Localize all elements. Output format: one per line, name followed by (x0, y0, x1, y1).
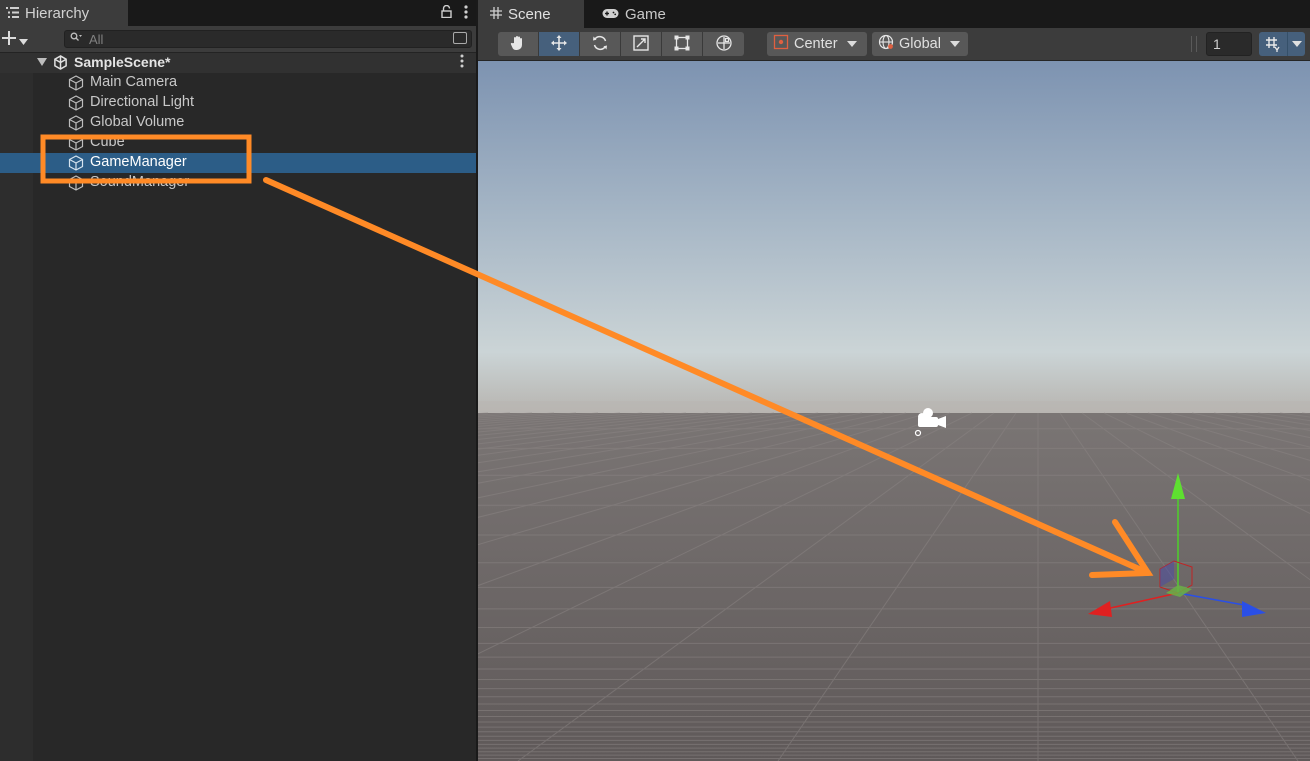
tab-hierarchy[interactable]: Hierarchy (0, 0, 128, 26)
transform-tools (498, 32, 744, 56)
hand-tool-button[interactable] (498, 32, 539, 56)
hierarchy-item-sound-manager[interactable]: SoundManager (0, 173, 476, 193)
gameobject-cube-icon (68, 135, 84, 154)
kebab-menu-icon[interactable] (464, 4, 468, 22)
scene-tab-bar: Scene Game (478, 0, 1310, 28)
chevron-down-icon[interactable] (1287, 32, 1305, 56)
gameobject-cube-icon (68, 175, 84, 194)
scene-name: SampleScene* (74, 54, 171, 70)
hierarchy-item-game-manager[interactable]: GameManager (0, 153, 476, 173)
hierarchy-item-main-camera[interactable]: Main Camera (0, 73, 476, 93)
scene-toolbar: Center Global 1 (478, 28, 1310, 61)
expand-arrow-icon[interactable] (37, 58, 47, 66)
gameobject-cube-icon (68, 155, 84, 174)
rotate-tool-button[interactable] (580, 32, 621, 56)
grid-size-field[interactable]: 1 (1206, 32, 1252, 56)
rotate-icon (591, 34, 609, 55)
scene-menu-icon[interactable] (460, 54, 464, 71)
plus-icon (2, 29, 16, 50)
gameobject-cube-icon (68, 95, 84, 114)
grid-hash-icon (490, 6, 502, 23)
tab-game[interactable]: Game (590, 0, 678, 28)
hierarchy-toolbar: All (0, 26, 476, 53)
pivot-center-icon (773, 34, 789, 54)
add-object-button[interactable] (2, 29, 28, 49)
scene-viewport[interactable] (478, 61, 1310, 761)
gameobject-cube-icon (68, 115, 84, 134)
scene-panel: Scene Game Center Global 1 (478, 0, 1310, 761)
transform-tool-button[interactable] (703, 32, 744, 56)
lock-icon[interactable] (441, 4, 452, 21)
search-icon (70, 32, 82, 45)
search-placeholder: All (89, 32, 104, 47)
toolbar-grip-handle[interactable] (1191, 36, 1197, 52)
tab-scene[interactable]: Scene (478, 0, 584, 28)
hierarchy-item-label: GameManager (90, 154, 187, 170)
hand-icon (509, 34, 527, 55)
hierarchy-item-global-volume[interactable]: Global Volume (0, 113, 476, 133)
chevron-down-icon (846, 41, 857, 47)
hierarchy-search-input[interactable]: All (64, 30, 472, 48)
transform-combined-icon (715, 34, 733, 55)
gamepad-icon (602, 6, 619, 23)
rect-transform-icon (673, 34, 691, 55)
grid-snap-icon (1259, 32, 1287, 56)
move-arrows-icon (550, 34, 568, 55)
chevron-down-icon (19, 29, 28, 50)
hierarchy-tab-bar: Hierarchy (0, 0, 476, 26)
hierarchy-item-label: Main Camera (90, 74, 178, 90)
pivot-mode-dropdown[interactable]: Center (767, 32, 867, 56)
unity-scene-icon (53, 55, 68, 73)
list-icon (6, 5, 19, 22)
advanced-search-icon[interactable] (453, 32, 467, 44)
gameobject-cube-icon (68, 75, 84, 94)
globe-icon (878, 34, 894, 54)
tab-hierarchy-label: Hierarchy (25, 4, 90, 22)
tab-scene-label: Scene (508, 5, 551, 23)
hierarchy-panel: Hierarchy All SampleScene* Main Camera D… (0, 0, 476, 761)
scene-render (478, 61, 1310, 761)
tab-game-label: Game (625, 5, 666, 23)
chevron-down-icon (949, 41, 960, 47)
scene-row[interactable]: SampleScene* (0, 53, 476, 73)
pivot-rotation-dropdown[interactable]: Global (872, 32, 968, 56)
scale-icon (632, 34, 650, 55)
hierarchy-item-label: Directional Light (90, 94, 194, 110)
scale-tool-button[interactable] (621, 32, 662, 56)
hierarchy-item-label: Global Volume (90, 114, 185, 130)
hierarchy-item-directional-light[interactable]: Directional Light (0, 93, 476, 113)
pivot-rotation-label: Global (899, 36, 941, 52)
grid-snapping-button[interactable] (1259, 32, 1305, 56)
move-tool-button[interactable] (539, 32, 580, 56)
hierarchy-item-label: Cube (90, 134, 125, 150)
rect-tool-button[interactable] (662, 32, 703, 56)
hierarchy-item-cube[interactable]: Cube (0, 133, 476, 153)
pivot-mode-label: Center (794, 36, 838, 52)
hierarchy-item-label: SoundManager (90, 174, 190, 190)
